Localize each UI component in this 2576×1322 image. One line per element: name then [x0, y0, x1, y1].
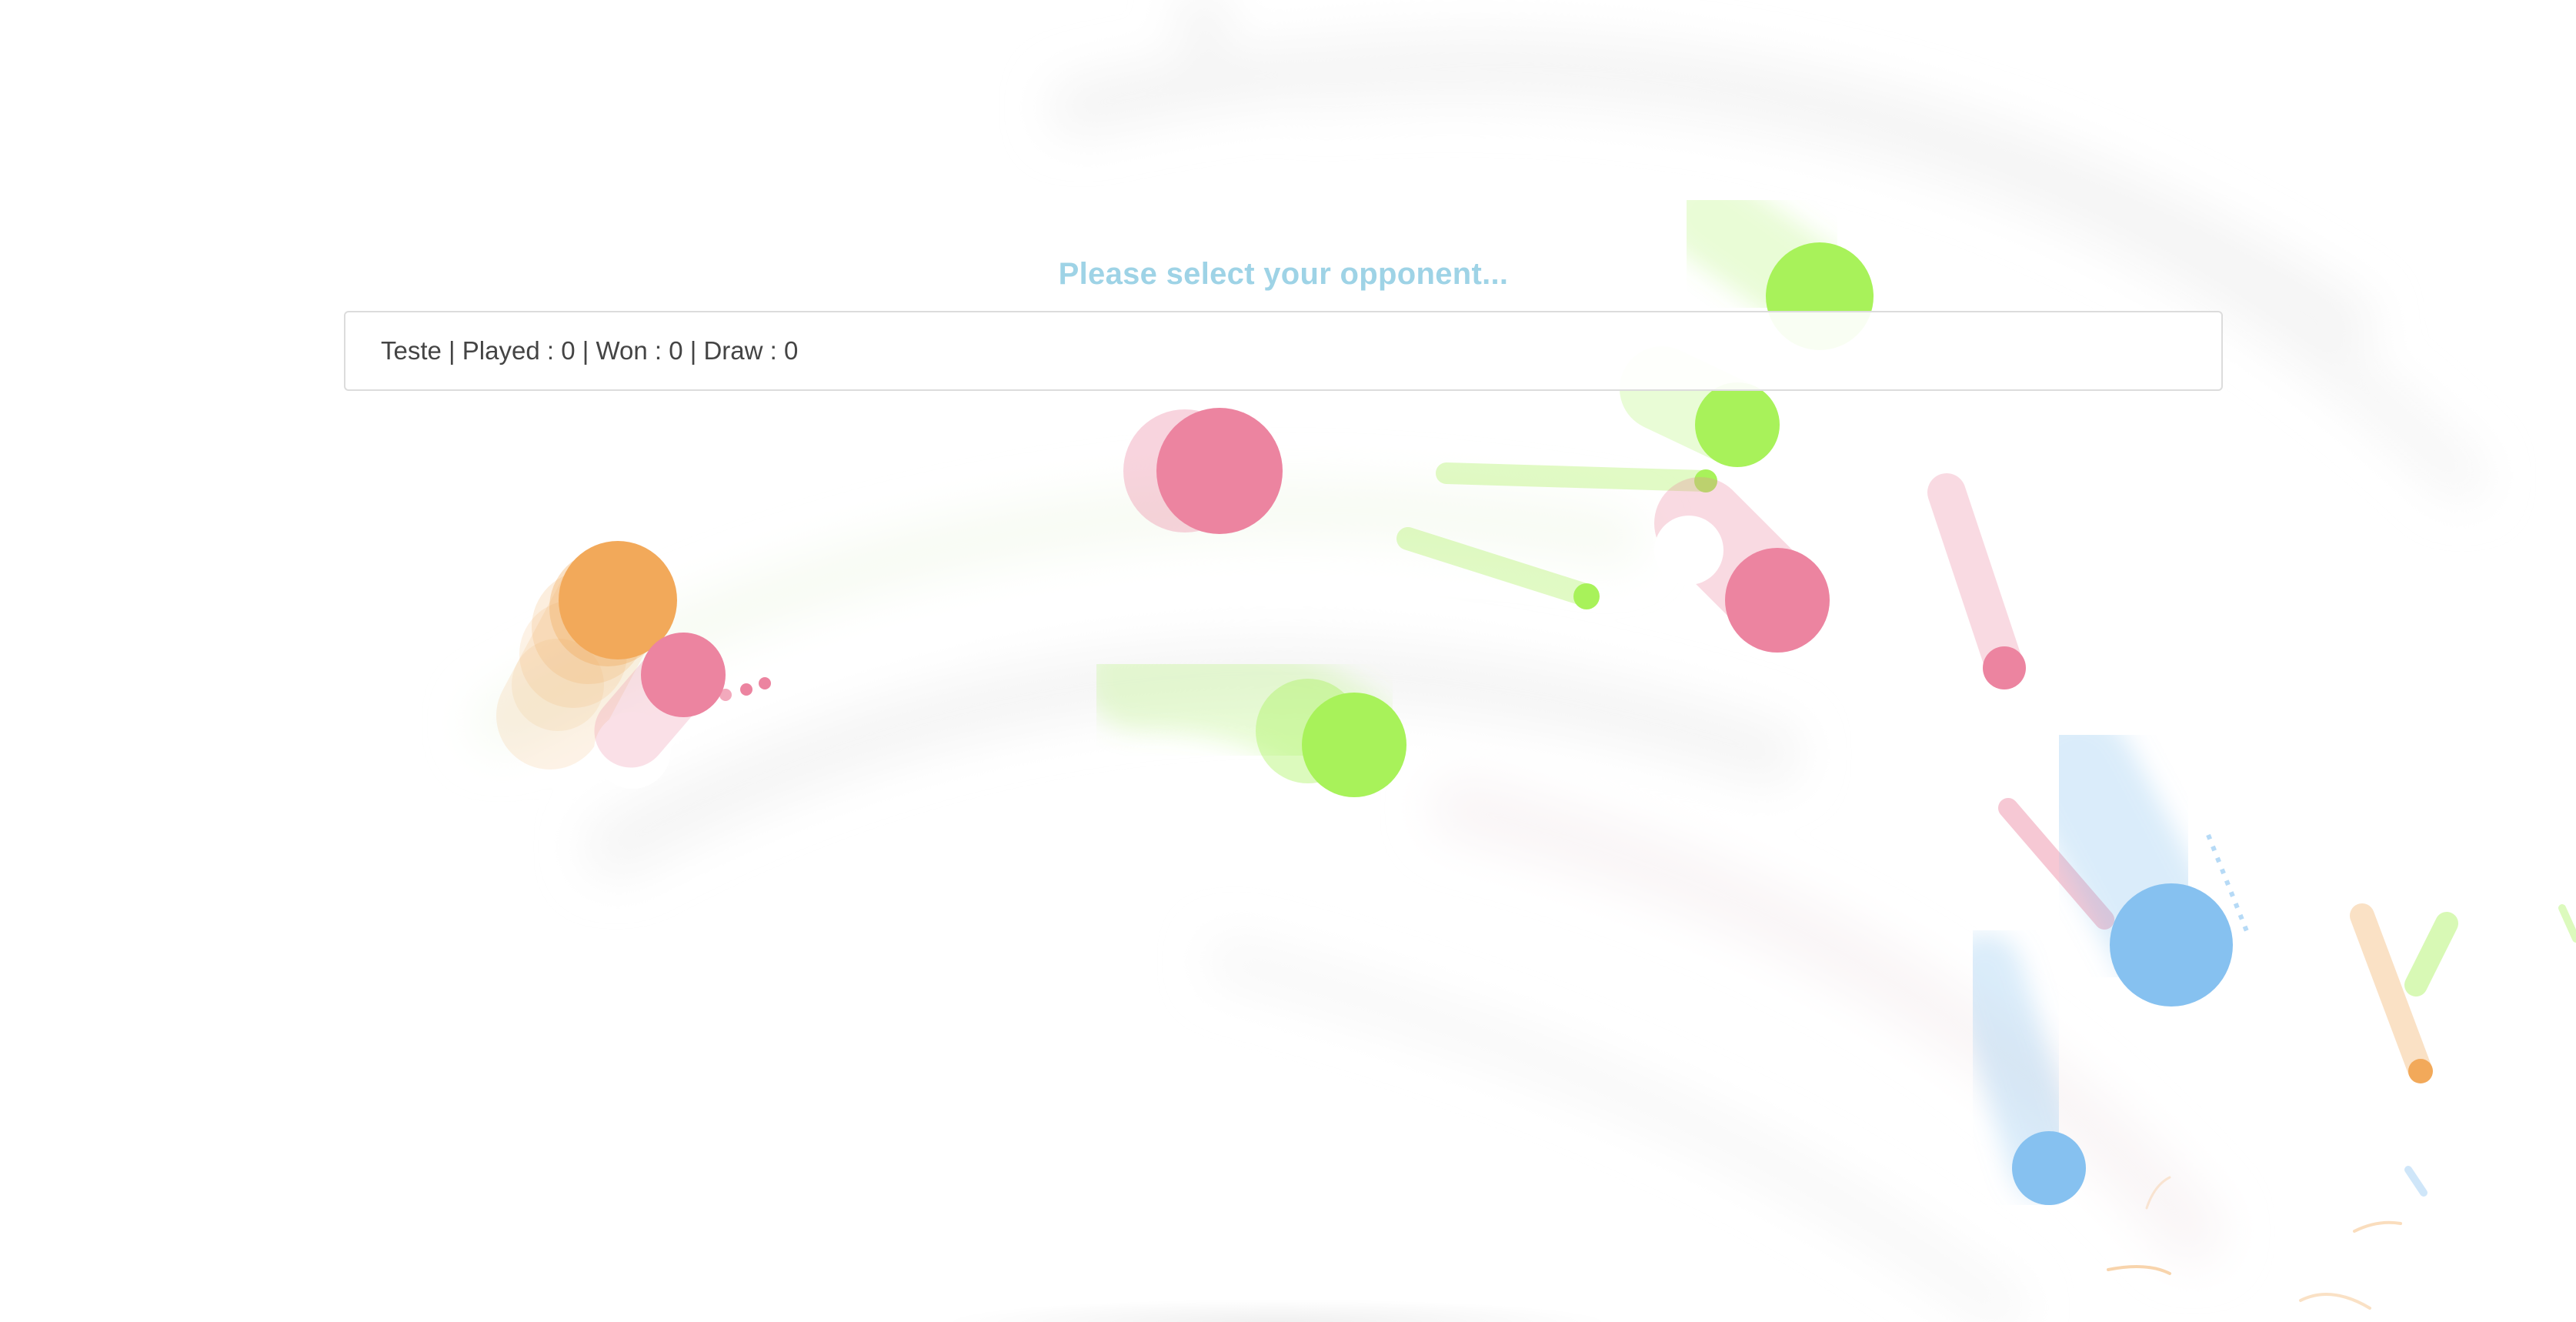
- orange-streak-right: [2350, 903, 2433, 1083]
- faint-arc: [1208, 939, 2024, 1322]
- pink-ball-top: [1031, 408, 1283, 534]
- opponent-item[interactable]: Teste | Played : 0 | Won : 0 | Draw : 0: [345, 312, 2221, 389]
- faint-arc: [1177, 0, 1230, 54]
- faint-arcs: [473, 0, 2485, 1322]
- green-streak-right: [2404, 904, 2576, 997]
- opponent-item-label: Teste | Played : 0 | Won : 0 | Draw : 0: [381, 336, 799, 365]
- confetti-lines: [2107, 1166, 2428, 1310]
- pink-ball-right: [1654, 477, 1830, 653]
- game-stage: Please select your opponent... Teste | P…: [0, 0, 2576, 1322]
- page-title: Please select your opponent...: [1058, 257, 1509, 291]
- green-ball-center: [1085, 623, 1406, 797]
- pink-ball-left: [594, 633, 771, 768]
- opponent-list: Teste | Played : 0 | Won : 0 | Draw : 0: [344, 311, 2223, 391]
- blue-ball-large: [2020, 712, 2251, 1007]
- background-animation: [473, 0, 2576, 1322]
